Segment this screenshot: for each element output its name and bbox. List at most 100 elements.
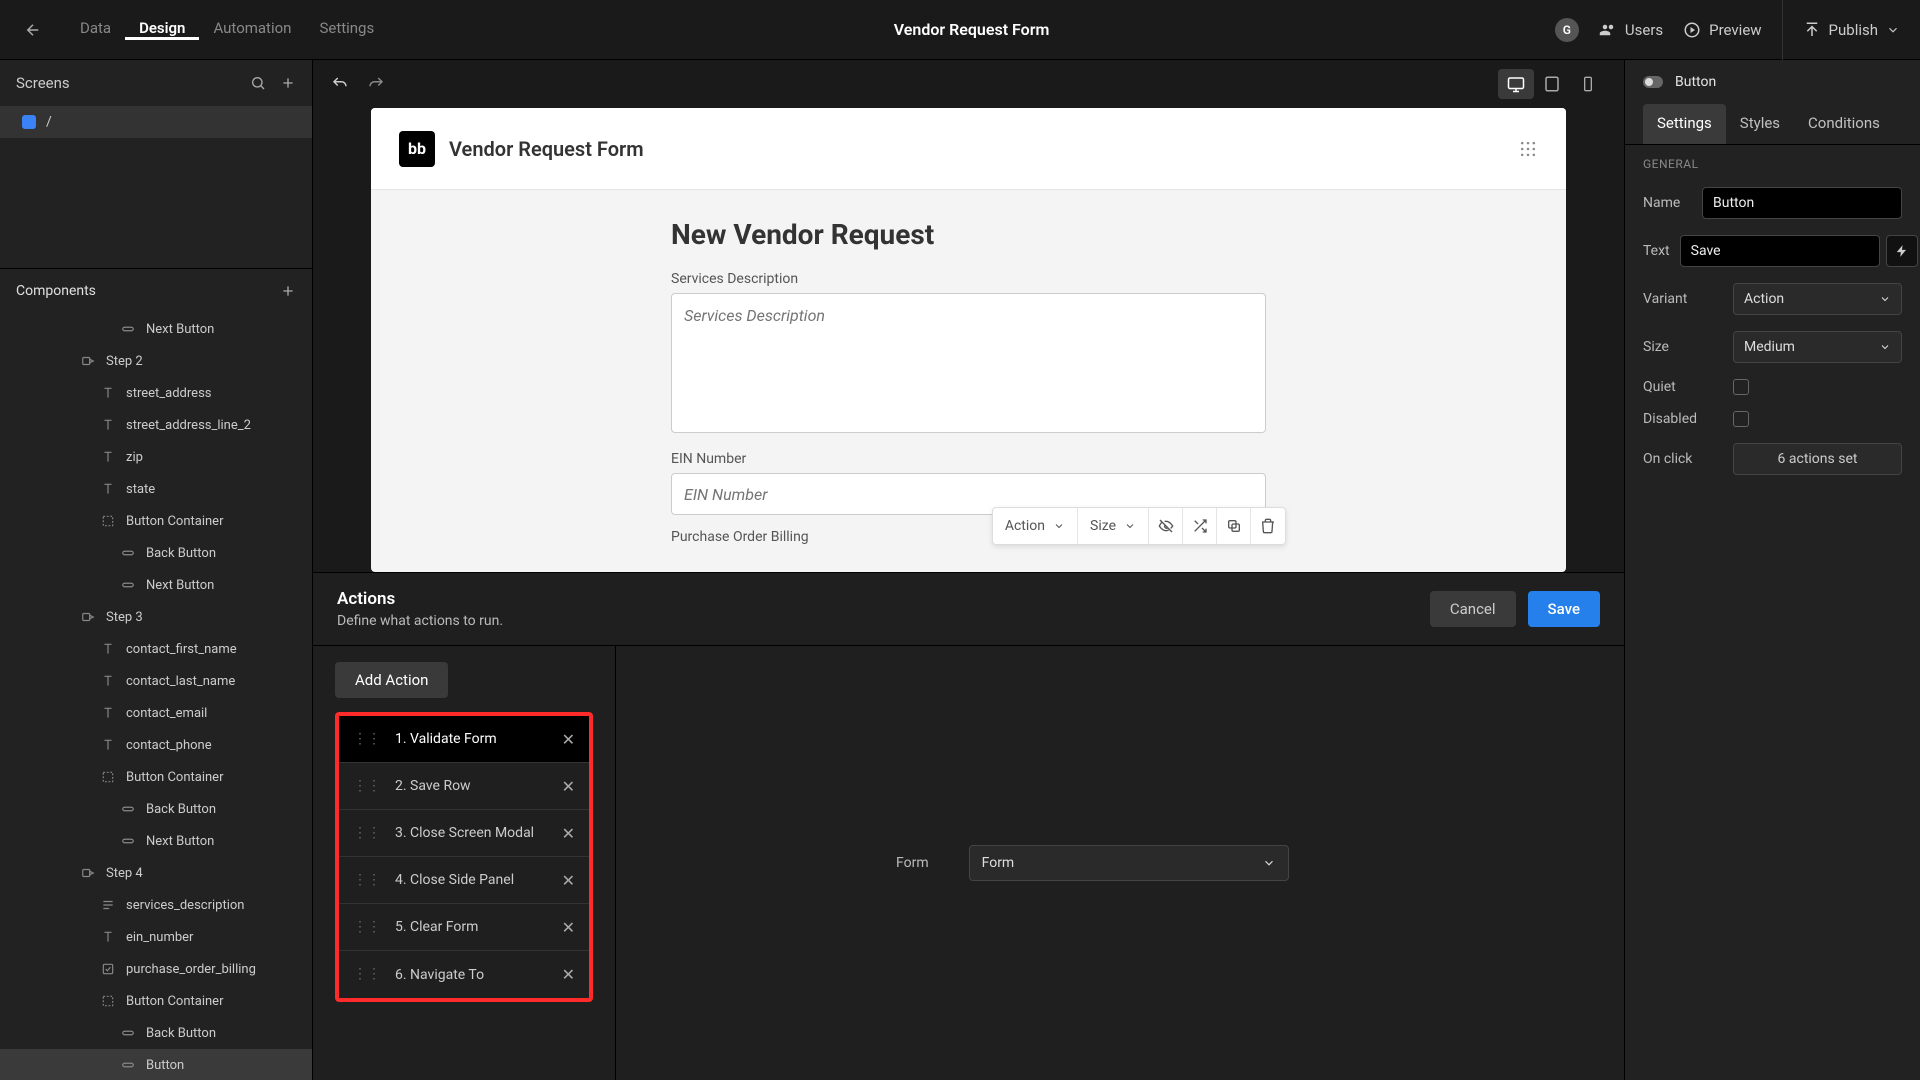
tree-row[interactable]: Next Button	[0, 569, 312, 601]
services-description-input[interactable]	[671, 293, 1266, 433]
text-input[interactable]	[1680, 235, 1880, 267]
drag-handle-icon[interactable]: ⋮⋮	[353, 782, 381, 790]
tree-row[interactable]: contact_first_name	[0, 633, 312, 665]
rp-tab-conditions[interactable]: Conditions	[1794, 104, 1894, 144]
nav-tab-automation[interactable]: Automation	[199, 19, 305, 40]
tree-row[interactable]: Button Container	[0, 761, 312, 793]
variant-field-label: Variant	[1643, 291, 1723, 307]
screens-header: Screens	[16, 74, 70, 92]
tree-row[interactable]: Step 4	[0, 857, 312, 889]
onclick-actions-button[interactable]: 6 actions set	[1733, 443, 1902, 475]
action-label: 2. Save Row	[395, 778, 548, 794]
drag-handle-icon[interactable]: ⋮⋮	[353, 735, 381, 743]
tree-row[interactable]: street_address_line_2	[0, 409, 312, 441]
duplicate-icon[interactable]	[1217, 508, 1251, 544]
publish-button[interactable]: Publish	[1803, 21, 1900, 39]
visibility-off-icon[interactable]	[1149, 508, 1183, 544]
tree-row[interactable]: Step 3	[0, 601, 312, 633]
form-select-label: Form	[896, 855, 929, 871]
back-arrow-icon[interactable]	[24, 21, 42, 39]
action-row[interactable]: ⋮⋮6. Navigate To✕	[339, 951, 589, 998]
users-button[interactable]: Users	[1599, 21, 1663, 39]
form-select[interactable]: Form	[969, 845, 1289, 881]
tree-row[interactable]: state	[0, 473, 312, 505]
nav-tab-design[interactable]: Design	[125, 19, 199, 40]
undo-icon[interactable]	[331, 75, 349, 93]
tree-row[interactable]: contact_email	[0, 697, 312, 729]
shuffle-icon[interactable]	[1183, 508, 1217, 544]
avatar[interactable]: G	[1555, 18, 1579, 42]
tree-row[interactable]: Step 2	[0, 345, 312, 377]
form-title: New Vendor Request	[671, 218, 1266, 251]
cancel-button[interactable]: Cancel	[1430, 591, 1516, 627]
tree-row[interactable]: Button Container	[0, 505, 312, 537]
tree-row[interactable]: zip	[0, 441, 312, 473]
tree-row[interactable]: street_address	[0, 377, 312, 409]
screen-item[interactable]: /	[0, 106, 312, 138]
device-mobile-button[interactable]	[1570, 69, 1606, 99]
tree-text-icon	[100, 386, 116, 400]
tree-row[interactable]: contact_phone	[0, 729, 312, 761]
quiet-checkbox[interactable]	[1733, 379, 1749, 395]
nav-tab-data[interactable]: Data	[66, 19, 125, 40]
close-icon[interactable]: ✕	[562, 777, 575, 796]
close-icon[interactable]: ✕	[562, 918, 575, 937]
drag-handle-icon[interactable]: ⋮⋮	[353, 923, 381, 931]
tree-pill-icon	[120, 546, 136, 560]
preview-button[interactable]: Preview	[1683, 21, 1761, 39]
close-icon[interactable]: ✕	[562, 965, 575, 984]
tree-row[interactable]: Next Button	[0, 825, 312, 857]
tree-row[interactable]: Next Button	[0, 313, 312, 345]
tree-row[interactable]: Back Button	[0, 537, 312, 569]
action-row[interactable]: ⋮⋮ 1. Validate Form ✕	[339, 716, 589, 763]
close-icon[interactable]: ✕	[562, 824, 575, 843]
tree-row[interactable]: Back Button	[0, 1017, 312, 1049]
action-row[interactable]: ⋮⋮ 2. Save Row ✕	[339, 763, 589, 810]
device-desktop-button[interactable]	[1498, 69, 1534, 99]
tree-item-label: Step 2	[106, 354, 312, 369]
nav-tab-settings[interactable]: Settings	[305, 19, 388, 40]
tree-row[interactable]: Back Button	[0, 793, 312, 825]
action-list: ⋮⋮1. Validate Form✕⋮⋮2. Save Row✕⋮⋮3. Cl…	[335, 712, 593, 1002]
binding-bolt-icon[interactable]	[1886, 235, 1918, 267]
drag-handle-icon[interactable]: ⋮⋮	[353, 876, 381, 884]
tree-item-label: Step 4	[106, 866, 312, 881]
variant-select[interactable]: Action	[1733, 283, 1902, 315]
tree-row[interactable]: ein_number	[0, 921, 312, 953]
close-icon[interactable]: ✕	[562, 730, 575, 749]
quiet-field-label: Quiet	[1643, 379, 1723, 395]
add-screen-icon[interactable]	[280, 75, 296, 91]
redo-icon[interactable]	[367, 75, 385, 93]
tree-row[interactable]: Button Container	[0, 985, 312, 1017]
selection-action-dropdown[interactable]: Action	[993, 508, 1078, 544]
size-select[interactable]: Medium	[1733, 331, 1902, 363]
action-label: 1. Validate Form	[395, 731, 548, 747]
publish-label: Publish	[1829, 21, 1878, 39]
close-icon[interactable]: ✕	[562, 871, 575, 890]
search-icon[interactable]	[250, 75, 266, 91]
save-button[interactable]: Save	[1528, 591, 1600, 627]
name-input[interactable]	[1702, 187, 1902, 219]
tree-row[interactable]: Button	[0, 1049, 312, 1080]
tree-row[interactable]: purchase_order_billing	[0, 953, 312, 985]
tree-item-label: contact_first_name	[126, 642, 312, 657]
tree-item-label: zip	[126, 450, 312, 465]
delete-icon[interactable]	[1251, 508, 1285, 544]
rp-tab-styles[interactable]: Styles	[1726, 104, 1794, 144]
selection-size-dropdown[interactable]: Size	[1078, 508, 1149, 544]
action-row[interactable]: ⋮⋮3. Close Screen Modal✕	[339, 810, 589, 857]
apps-grid-icon[interactable]	[1518, 139, 1538, 159]
chevron-down-icon	[1053, 520, 1065, 532]
add-component-icon[interactable]	[280, 283, 296, 299]
tree-row[interactable]: contact_last_name	[0, 665, 312, 697]
action-row[interactable]: ⋮⋮4. Close Side Panel✕	[339, 857, 589, 904]
disabled-checkbox[interactable]	[1733, 411, 1749, 427]
device-tablet-button[interactable]	[1534, 69, 1570, 99]
rp-tab-settings[interactable]: Settings	[1643, 104, 1726, 144]
add-action-button[interactable]: Add Action	[335, 662, 448, 698]
action-row[interactable]: ⋮⋮ 5. Clear Form ✕	[339, 904, 589, 951]
drag-handle-icon[interactable]: ⋮⋮	[353, 970, 381, 978]
drag-handle-icon[interactable]: ⋮⋮	[353, 829, 381, 837]
tree-row[interactable]: services_description	[0, 889, 312, 921]
action-label: 5. Clear Form	[395, 919, 548, 935]
